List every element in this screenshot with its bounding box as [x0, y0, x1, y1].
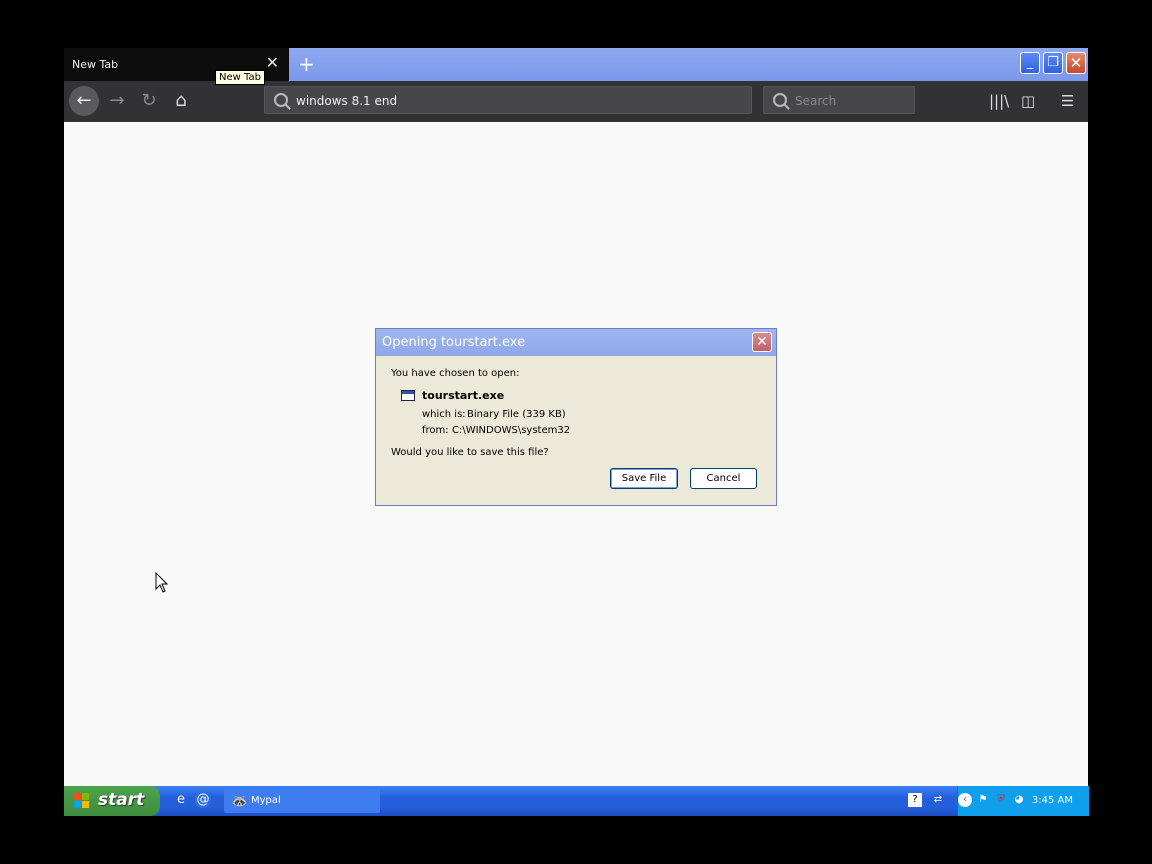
system-tray: ‹ ⚑ ⛨ ◕ 3:45 AM [957, 786, 1089, 816]
search-input[interactable]: Search [763, 86, 915, 114]
dialog-intro-text: You have chosen to open: [391, 368, 520, 379]
cancel-button[interactable]: Cancel [690, 468, 757, 489]
dialog-title: Opening tourstart.exe [382, 335, 526, 350]
file-type-value: Binary File (339 KB) [467, 409, 566, 420]
dialog-body: You have chosen to open: tourstart.exe w… [376, 356, 776, 505]
network-icon[interactable]: ⇄ [931, 793, 945, 807]
save-file-button[interactable]: Save File [610, 468, 678, 489]
sidebar-icon[interactable]: ◫ [1021, 91, 1035, 111]
tab-title: New Tab [72, 58, 119, 71]
dialog-close-button[interactable]: ✕ [752, 332, 772, 352]
search-icon [274, 93, 288, 107]
internet-explorer-icon[interactable]: e [173, 792, 189, 808]
mypal-app-icon: 🦝 [232, 794, 247, 808]
url-bar[interactable]: windows 8.1 end [264, 86, 752, 114]
antivirus-icon[interactable]: ◕ [1012, 793, 1026, 807]
reload-icon[interactable]: ↻ [134, 86, 164, 116]
minimize-button[interactable]: _ [1020, 52, 1040, 74]
dialog-titlebar: Opening tourstart.exe ✕ [376, 329, 776, 356]
menu-icon[interactable]: ☰ [1061, 91, 1074, 111]
close-window-button[interactable]: ✕ [1066, 52, 1086, 74]
which-is-label: which is: [422, 409, 466, 420]
taskbar: start e @ 🦝 Mypal ? ⇄ ‹ ⚑ ⛨ ◕ 3:45 AM [64, 786, 1089, 816]
forward-arrow-icon[interactable]: → [102, 86, 132, 116]
taskbar-item-label: Mypal [251, 795, 281, 806]
url-text: windows 8.1 end [296, 94, 398, 108]
search-placeholder: Search [795, 94, 837, 108]
security-alert-icon[interactable]: ⚑ [976, 793, 990, 807]
file-source-value: C:\WINDOWS\system32 [452, 425, 571, 436]
tab-bar: New Tab ✕ New Tab + _ ❐ ✕ [64, 48, 1088, 85]
library-icon[interactable]: |||\ [989, 91, 1009, 111]
clock: 3:45 AM [1031, 795, 1073, 806]
file-name: tourstart.exe [422, 389, 505, 402]
help-icon[interactable]: ? [908, 793, 922, 807]
start-label: start [98, 790, 145, 810]
shield-icon[interactable]: ⛨ [994, 793, 1008, 807]
tab-tooltip: New Tab [215, 70, 265, 85]
navigation-toolbar: ← → ↻ ⌂ windows 8.1 end Search |||\ ◫ ☰ [64, 81, 1088, 122]
save-question: Would you like to save this file? [391, 447, 549, 458]
windows-flag-icon [74, 793, 89, 808]
download-dialog: Opening tourstart.exe ✕ You have chosen … [375, 328, 777, 506]
taskbar-item-mypal[interactable]: 🦝 Mypal [224, 789, 380, 813]
chevron-left-icon[interactable]: ‹ [958, 793, 972, 807]
start-button[interactable]: start [64, 786, 160, 816]
tab-close-icon[interactable]: ✕ [266, 55, 279, 71]
plus-icon[interactable]: + [298, 54, 315, 74]
application-file-icon [401, 390, 415, 401]
mouse-pointer-icon [155, 572, 169, 593]
search-icon [773, 93, 787, 107]
home-icon[interactable]: ⌂ [166, 86, 196, 116]
from-label: from: [422, 425, 449, 436]
restore-button[interactable]: ❐ [1043, 52, 1063, 74]
back-arrow-icon[interactable]: ← [69, 86, 99, 116]
browser-quicklaunch-icon[interactable]: @ [195, 792, 211, 808]
